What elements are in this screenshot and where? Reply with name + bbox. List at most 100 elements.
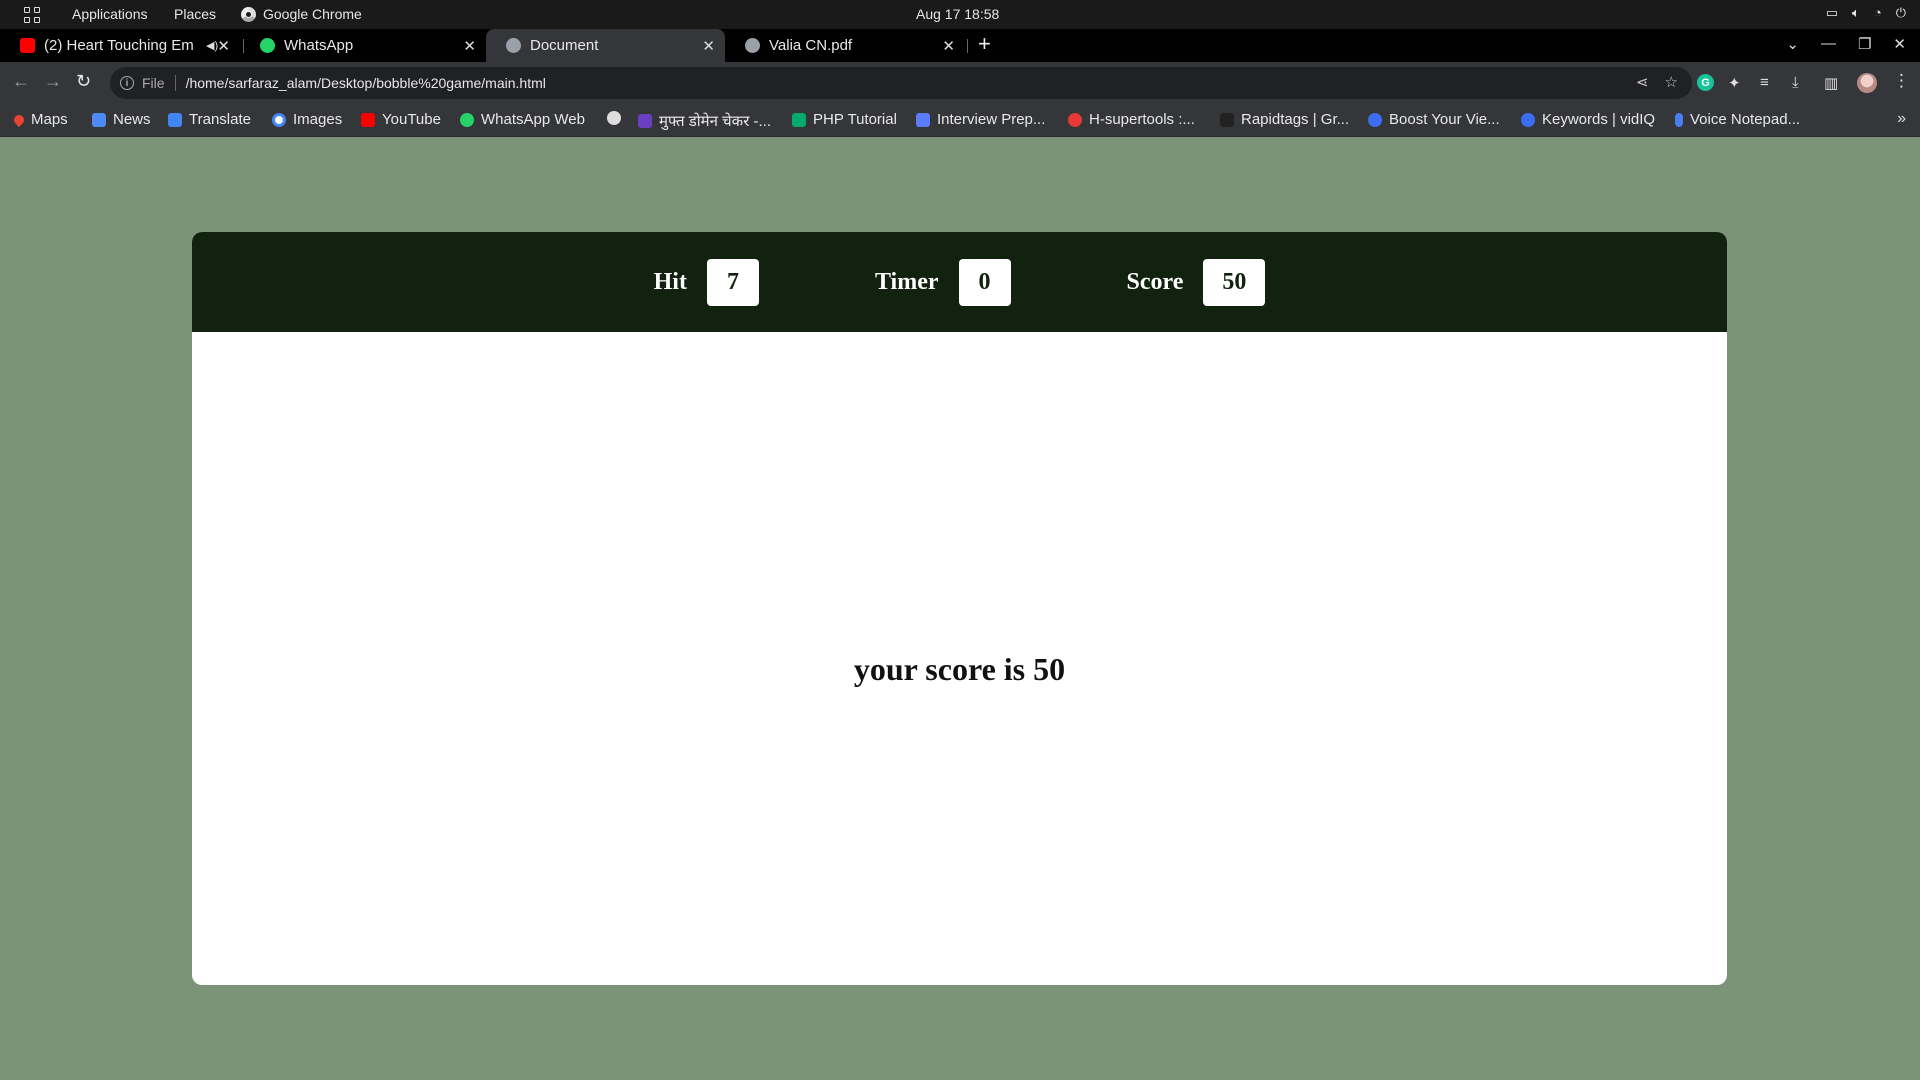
game-board: your score is 50 bbox=[192, 332, 1727, 985]
bookmark-label: Keywords | vidIQ bbox=[1542, 111, 1656, 128]
bookmark-boost-your-views[interactable]: Boost Your Vie... bbox=[1368, 111, 1500, 128]
game-header: Hit 7 Timer 0 Score 50 bbox=[192, 232, 1727, 332]
system-tray: ▭ 🔈︎ ◔ ⏻ bbox=[1826, 5, 1906, 21]
forward-icon[interactable]: → bbox=[44, 71, 62, 92]
new-tab-button[interactable]: + bbox=[978, 31, 991, 57]
timer-label: Timer bbox=[874, 268, 939, 295]
google-icon bbox=[272, 112, 286, 127]
tab-search-icon[interactable]: ⌄ bbox=[1786, 35, 1799, 53]
hit-value: 7 bbox=[706, 258, 759, 306]
bookmark-maps[interactable]: Maps bbox=[11, 111, 68, 128]
bookmark-star-icon[interactable]: ☆ bbox=[1665, 73, 1678, 91]
bookmark-label: News bbox=[113, 111, 151, 128]
navigation-bar: ← → ↻ i File /home/sarfaraz_alam/Desktop… bbox=[0, 62, 1920, 104]
close-tab-icon[interactable]: ✕ bbox=[217, 37, 230, 55]
translate-icon bbox=[168, 112, 182, 127]
active-app-indicator[interactable]: Google Chrome bbox=[241, 6, 362, 22]
chrome-menu-icon[interactable]: ⋮ bbox=[1893, 71, 1910, 91]
globe-icon bbox=[506, 38, 521, 53]
bookmark-label: WhatsApp Web bbox=[481, 111, 585, 128]
minimize-icon[interactable]: — bbox=[1821, 35, 1836, 53]
audio-playing-icon[interactable]: ◀) bbox=[206, 39, 218, 52]
close-tab-icon[interactable]: ✕ bbox=[942, 37, 955, 55]
profile-avatar[interactable] bbox=[1857, 73, 1877, 93]
bookmark-rapidtags[interactable]: Rapidtags | Gr... bbox=[1220, 111, 1349, 128]
bookmark-label: YouTube bbox=[382, 111, 441, 128]
bookmark-h-supertools[interactable]: H-supertools :... bbox=[1068, 111, 1195, 128]
bookmark-voice-notepad[interactable]: Voice Notepad... bbox=[1675, 111, 1800, 128]
reload-icon[interactable]: ↻ bbox=[76, 71, 91, 92]
places-menu[interactable]: Places bbox=[174, 6, 216, 22]
tab-document[interactable]: Document ✕ bbox=[486, 29, 725, 62]
game-container: Hit 7 Timer 0 Score 50 your score is 50 bbox=[192, 232, 1727, 985]
close-tab-icon[interactable]: ✕ bbox=[702, 37, 715, 55]
rapidtags-icon bbox=[1220, 112, 1234, 127]
system-top-bar: Applications Places Google Chrome Aug 17… bbox=[0, 0, 1920, 29]
bookmark-label: Interview Prep... bbox=[937, 111, 1046, 128]
network-icon[interactable]: ◔ bbox=[1874, 5, 1882, 21]
tab-title: Document bbox=[530, 37, 599, 54]
tab-youtube[interactable]: (2) Heart Touching Em ◀) ✕ bbox=[0, 29, 240, 62]
timer-value: 0 bbox=[958, 258, 1011, 306]
clock[interactable]: Aug 17 18:58 bbox=[916, 6, 999, 22]
bookmarks-bar: Maps News Translate Images YouTube Whats… bbox=[0, 104, 1920, 137]
bookmark-youtube[interactable]: YouTube bbox=[361, 111, 441, 128]
more-bookmarks-icon[interactable]: » bbox=[1897, 110, 1906, 128]
share-icon[interactable]: ⋖ bbox=[1636, 73, 1649, 91]
globe-icon bbox=[607, 111, 621, 125]
close-tab-icon[interactable]: ✕ bbox=[463, 37, 476, 55]
bookmark-php-tutorial[interactable]: PHP Tutorial bbox=[792, 111, 897, 128]
score-value: 50 bbox=[1203, 258, 1266, 306]
microphone-icon bbox=[1675, 112, 1683, 127]
news-icon bbox=[92, 112, 106, 127]
power-icon[interactable]: ⏻ bbox=[1896, 5, 1906, 21]
side-panel-icon[interactable]: ▥ bbox=[1824, 74, 1838, 92]
bookmark-label: Voice Notepad... bbox=[1690, 111, 1801, 128]
bookmark-label: Translate bbox=[189, 111, 251, 128]
whatsapp-icon bbox=[260, 38, 275, 53]
bookmark-domain-checker[interactable]: मुफ्त डोमेन चेकर -... bbox=[638, 111, 771, 131]
hit-stat: Hit 7 bbox=[653, 258, 759, 306]
bookmark-label: PHP Tutorial bbox=[813, 111, 897, 128]
tab-separator bbox=[967, 39, 968, 53]
chrome-icon bbox=[241, 6, 256, 22]
url-text[interactable]: /home/sarfaraz_alam/Desktop/bobble%20gam… bbox=[186, 75, 546, 91]
volume-icon[interactable]: 🔈︎ bbox=[1852, 5, 1860, 21]
grammarly-icon[interactable]: G bbox=[1697, 74, 1714, 91]
tab-valia-pdf[interactable]: Valia CN.pdf ✕ bbox=[725, 29, 965, 62]
score-label: Score bbox=[1126, 268, 1184, 295]
url-scheme: File bbox=[142, 75, 165, 91]
download-icon[interactable]: ⤓ bbox=[1792, 74, 1799, 91]
bookmark-images[interactable]: Images bbox=[272, 111, 342, 128]
extensions-puzzle-icon[interactable]: ✦ bbox=[1728, 74, 1741, 92]
bookmark-keywords-vidiq[interactable]: Keywords | vidIQ bbox=[1521, 111, 1655, 128]
screen-icon[interactable]: ▭ bbox=[1826, 5, 1838, 21]
bookmark-news[interactable]: News bbox=[92, 111, 151, 128]
tab-title: (2) Heart Touching Em bbox=[44, 37, 194, 54]
app-grid-icon[interactable] bbox=[24, 7, 40, 23]
final-score-message: your score is 50 bbox=[853, 651, 1066, 687]
tab-strip: (2) Heart Touching Em ◀) ✕ WhatsApp ✕ Do… bbox=[0, 29, 1920, 62]
bookmark-whatsapp-web[interactable]: WhatsApp Web bbox=[460, 111, 585, 128]
omnibox-actions: ⋖ ☆ bbox=[1636, 73, 1678, 91]
address-bar[interactable]: i File /home/sarfaraz_alam/Desktop/bobbl… bbox=[110, 67, 1692, 99]
globe-icon bbox=[745, 38, 760, 53]
bookmark-label: Images bbox=[293, 111, 343, 128]
applications-menu[interactable]: Applications bbox=[72, 6, 148, 22]
site-info-icon[interactable]: i bbox=[120, 76, 134, 90]
close-window-icon[interactable]: ✕ bbox=[1893, 35, 1906, 53]
back-icon[interactable]: ← bbox=[12, 71, 30, 92]
bookmark-translate[interactable]: Translate bbox=[168, 111, 251, 128]
tab-title: Valia CN.pdf bbox=[769, 37, 853, 54]
restore-icon[interactable]: ❐ bbox=[1858, 35, 1871, 53]
media-controls-icon[interactable]: ≡ bbox=[1760, 74, 1769, 91]
active-app-label: Google Chrome bbox=[263, 6, 362, 22]
hit-label: Hit bbox=[653, 268, 687, 295]
tab-whatsapp[interactable]: WhatsApp ✕ bbox=[240, 29, 486, 62]
vidiq-icon bbox=[1521, 112, 1535, 127]
bookmark-globe[interactable] bbox=[607, 111, 628, 125]
bookmark-label: Maps bbox=[31, 111, 68, 128]
bookmark-interview-prep[interactable]: Interview Prep... bbox=[916, 111, 1045, 128]
url-divider bbox=[174, 75, 176, 91]
hsupertools-icon bbox=[1068, 112, 1082, 127]
